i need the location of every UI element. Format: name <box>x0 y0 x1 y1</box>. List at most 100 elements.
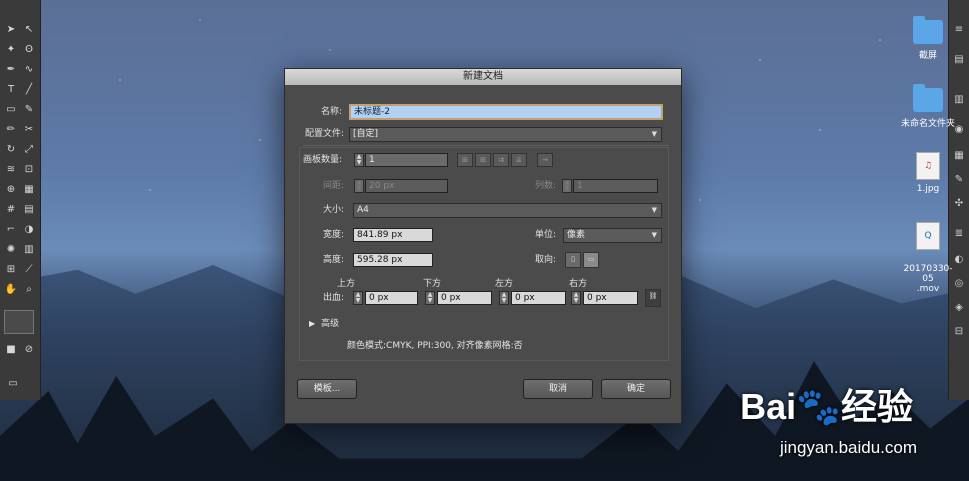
graph-tool-icon[interactable]: ▥ <box>22 244 36 256</box>
video-file-icon: Q <box>916 222 940 250</box>
bleed-right-input[interactable]: 0 px <box>583 291 638 305</box>
bleed-bottom-input[interactable]: 0 px <box>437 291 492 305</box>
scissors-tool-icon[interactable]: ✂ <box>22 124 36 136</box>
scale-tool-icon[interactable]: ⤢ <box>22 144 36 156</box>
symbol-sprayer-tool-icon[interactable]: ✺ <box>4 244 18 256</box>
grid-by-column-icon[interactable]: ⊞ <box>475 153 491 167</box>
symbols-icon[interactable]: ✣ <box>953 198 965 210</box>
units-value: 像素 <box>567 230 586 240</box>
spacing-input[interactable]: 20 px <box>365 179 448 193</box>
units-select[interactable]: 像素 ▼ <box>563 228 662 243</box>
watermark-brand: Bai <box>740 386 797 427</box>
portrait-orientation-icon[interactable]: ▯ <box>565 252 581 268</box>
advanced-toggle[interactable]: 高级 <box>321 317 339 331</box>
tools-panel: ➤ ↖ ✦ ʘ ✒ ∿ T ╱ ▭ ✎ ✏ ✂ ↻ ⤢ ≋ ⊡ ⊕ ▦ # ▤ … <box>0 0 41 400</box>
shape-builder-tool-icon[interactable]: ⊕ <box>4 184 18 196</box>
slice-tool-icon[interactable]: ⟋ <box>22 264 36 276</box>
lasso-tool-icon[interactable]: ʘ <box>22 44 36 56</box>
perspective-grid-tool-icon[interactable]: ▦ <box>22 184 36 196</box>
grid-by-row-icon[interactable]: ⊞ <box>457 153 473 167</box>
desktop-item[interactable]: Q 20170330-05 .mov <box>898 212 958 304</box>
magic-wand-tool-icon[interactable]: ✦ <box>4 44 18 56</box>
zoom-tool-icon[interactable]: ⌕ <box>22 284 36 296</box>
size-select[interactable]: A4 ▼ <box>353 203 662 218</box>
size-value: A4 <box>357 205 369 215</box>
hand-tool-icon[interactable]: ✋ <box>4 284 18 296</box>
free-transform-tool-icon[interactable]: ⊡ <box>22 164 36 176</box>
bleed-bottom-stepper[interactable]: ▲ ▼ <box>425 291 435 305</box>
right-to-left-icon[interactable]: → <box>537 153 553 167</box>
align-icon[interactable]: ⊟ <box>953 326 965 338</box>
width-input[interactable]: 841.89 px <box>353 228 433 242</box>
height-input[interactable]: 595.28 px <box>353 253 433 267</box>
profile-value: [自定] <box>353 129 379 139</box>
profile-select[interactable]: [自定] ▼ <box>349 127 662 142</box>
bleed-bottom-label: 下方 <box>423 279 442 289</box>
bleed-label: 出血: <box>323 293 345 303</box>
bleed-left-label: 左方 <box>495 279 514 289</box>
divider <box>303 145 669 146</box>
chevron-right-icon[interactable]: ▶ <box>309 317 315 331</box>
selection-tool-icon[interactable]: ➤ <box>4 24 18 36</box>
spacing-label: 间距: <box>323 181 345 191</box>
bleed-top-label: 上方 <box>337 279 356 289</box>
paw-icon: 🐾 <box>796 386 841 427</box>
templates-button[interactable]: 模板... <box>297 379 357 399</box>
desktop-item[interactable]: ♫ 1.jpg <box>898 152 958 194</box>
new-document-dialog: 新建文档 名称: 未标题-2 配置文件: [自定] ▼ 画板数量: ▲ ▼ 1 ⊞… <box>284 68 682 424</box>
blend-tool-icon[interactable]: ◑ <box>22 224 36 236</box>
name-label: 名称: <box>321 107 343 117</box>
pencil-tool-icon[interactable]: ✏ <box>4 124 18 136</box>
fill-stroke-icon[interactable] <box>4 310 34 334</box>
profile-label: 配置文件: <box>305 129 345 139</box>
none-mode-icon[interactable]: ⊘ <box>22 344 36 356</box>
desktop-item[interactable]: 未命名文件夹 <box>898 84 958 129</box>
line-tool-icon[interactable]: ╱ <box>22 84 36 96</box>
watermark-brand-cn: 经验 <box>840 386 913 427</box>
document-name-input[interactable]: 未标题-2 <box>349 104 663 120</box>
gradient-tool-icon[interactable]: ▤ <box>22 204 36 216</box>
ok-button[interactable]: 确定 <box>601 379 671 399</box>
bleed-top-input[interactable]: 0 px <box>365 291 418 305</box>
document-info-text: 颜色模式:CMYK, PPI:300, 对齐像素网格:否 <box>347 341 523 351</box>
bleed-left-stepper[interactable]: ▲ ▼ <box>499 291 509 305</box>
mesh-tool-icon[interactable]: # <box>4 204 18 216</box>
color-mode-icon[interactable]: ■ <box>4 344 18 356</box>
folder-icon <box>913 84 943 112</box>
direct-selection-tool-icon[interactable]: ↖ <box>22 24 36 36</box>
rectangle-tool-icon[interactable]: ▭ <box>4 104 18 116</box>
bleed-top-stepper[interactable]: ▲ ▼ <box>353 291 363 305</box>
columns-stepper[interactable]: ▲ ▼ <box>562 179 572 193</box>
rotate-tool-icon[interactable]: ↻ <box>4 144 18 156</box>
size-label: 大小: <box>323 205 345 215</box>
watermark-url: jingyan.baidu.com <box>779 438 917 457</box>
orientation-label: 取向: <box>535 255 557 265</box>
warp-tool-icon[interactable]: ≋ <box>4 164 18 176</box>
cancel-button[interactable]: 取消 <box>523 379 593 399</box>
desktop-item[interactable]: 截屏 <box>898 16 958 61</box>
spacing-stepper[interactable]: ▲ ▼ <box>354 179 364 193</box>
paintbrush-tool-icon[interactable]: ✎ <box>22 104 36 116</box>
bleed-left-input[interactable]: 0 px <box>511 291 566 305</box>
columns-input[interactable]: 1 <box>573 179 658 193</box>
bleed-right-label: 右方 <box>569 279 588 289</box>
desktop-item-label: 1.jpg <box>916 184 940 194</box>
arrange-by-row-icon[interactable]: ⇉ <box>493 153 509 167</box>
height-label: 高度: <box>323 255 345 265</box>
link-icon[interactable]: ⛓ <box>645 289 661 307</box>
desktop-item-label: 截屏 <box>918 51 937 61</box>
type-tool-icon[interactable]: T <box>4 84 18 96</box>
image-file-icon: ♫ <box>916 152 940 180</box>
artboards-label: 画板数量: <box>303 155 343 165</box>
artboard-tool-icon[interactable]: ⊞ <box>4 264 18 276</box>
eyedropper-tool-icon[interactable]: ⌐ <box>4 224 18 236</box>
screen-mode-icon[interactable]: ▭ <box>4 378 22 390</box>
landscape-orientation-icon[interactable]: ▭ <box>583 252 599 268</box>
curvature-tool-icon[interactable]: ∿ <box>22 64 36 76</box>
chevron-down-icon: ▼ <box>651 231 657 239</box>
artboards-input[interactable]: 1 <box>365 153 448 167</box>
artboards-stepper[interactable]: ▲ ▼ <box>354 153 364 167</box>
arrange-by-column-icon[interactable]: ⇊ <box>511 153 527 167</box>
bleed-right-stepper[interactable]: ▲ ▼ <box>571 291 581 305</box>
pen-tool-icon[interactable]: ✒ <box>4 64 18 76</box>
